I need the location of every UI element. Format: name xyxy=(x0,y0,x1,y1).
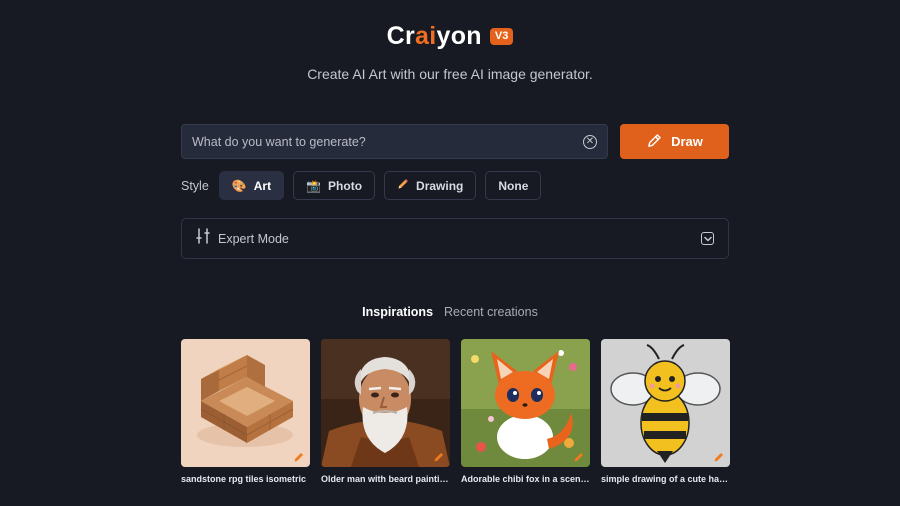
gallery-caption: sandstone rpg tiles isometric xyxy=(181,474,307,484)
pencil-icon xyxy=(646,132,663,152)
chevron-down-icon xyxy=(701,232,714,245)
close-circle-icon[interactable]: ✕ xyxy=(583,134,597,149)
sliders-icon xyxy=(196,228,210,249)
gallery-caption: Older man with beard painting... xyxy=(321,474,450,484)
tab-recent-creations[interactable]: Recent creations xyxy=(444,305,538,319)
prompt-input[interactable] xyxy=(192,134,583,149)
gallery-image[interactable] xyxy=(601,339,730,467)
style-drawing-button[interactable]: Drawing xyxy=(384,171,477,200)
gallery-card[interactable]: simple drawing of a cute happ... xyxy=(601,339,730,484)
style-art-label: Art xyxy=(253,178,272,193)
gallery-caption: Adorable chibi fox in a scenic... xyxy=(461,474,590,484)
style-art-button[interactable]: 🎨 Art xyxy=(218,171,285,200)
logo-text-yon: yon xyxy=(436,22,482,50)
gallery-caption: simple drawing of a cute happ... xyxy=(601,474,730,484)
tagline: Create AI Art with our free AI image gen… xyxy=(307,66,593,82)
palette-icon: 🎨 xyxy=(231,178,247,193)
gallery-image[interactable] xyxy=(181,339,310,467)
style-photo-label: Photo xyxy=(328,178,363,193)
gallery-card[interactable]: Adorable chibi fox in a scenic... xyxy=(461,339,590,484)
logo-text-cr: Cr xyxy=(386,22,416,50)
gallery-tabs: Inspirations Recent creations xyxy=(0,305,900,319)
expert-mode-toggle[interactable]: Expert Mode xyxy=(181,218,729,259)
logo[interactable]: Craiyon V3 xyxy=(387,22,514,51)
pencil-icon[interactable] xyxy=(573,451,585,463)
version-badge: V3 xyxy=(489,28,514,45)
camera-icon: 📸 xyxy=(306,178,322,193)
gallery: sandstone rpg tiles isometric Older man … xyxy=(181,339,730,484)
gallery-card[interactable]: Older man with beard painting... xyxy=(321,339,450,484)
prompt-box[interactable]: ✕ xyxy=(181,124,608,159)
gallery-card[interactable]: sandstone rpg tiles isometric xyxy=(181,339,310,484)
gallery-image[interactable] xyxy=(461,339,590,467)
pencil-icon[interactable] xyxy=(433,451,445,463)
style-row: Style 🎨 Art 📸 Photo Drawing None xyxy=(181,171,542,200)
prompt-row: ✕ Draw xyxy=(181,124,729,159)
style-drawing-label: Drawing xyxy=(416,178,464,193)
style-label: Style xyxy=(181,178,209,193)
expert-mode-label: Expert Mode xyxy=(218,231,289,246)
draw-label: Draw xyxy=(671,134,703,149)
logo-text-ai: ai xyxy=(415,22,437,50)
gallery-image[interactable] xyxy=(321,339,450,467)
style-none-label: None xyxy=(498,178,529,193)
draw-button[interactable]: Draw xyxy=(620,124,729,159)
logo-text: Craiyon xyxy=(387,22,482,51)
style-photo-button[interactable]: 📸 Photo xyxy=(293,171,376,200)
header: Craiyon V3 Create AI Art with our free A… xyxy=(0,22,900,82)
pencil-icon xyxy=(397,178,409,193)
style-none-button[interactable]: None xyxy=(485,171,542,200)
pencil-icon[interactable] xyxy=(713,451,725,463)
tab-inspirations[interactable]: Inspirations xyxy=(362,305,433,319)
pencil-icon[interactable] xyxy=(293,451,305,463)
